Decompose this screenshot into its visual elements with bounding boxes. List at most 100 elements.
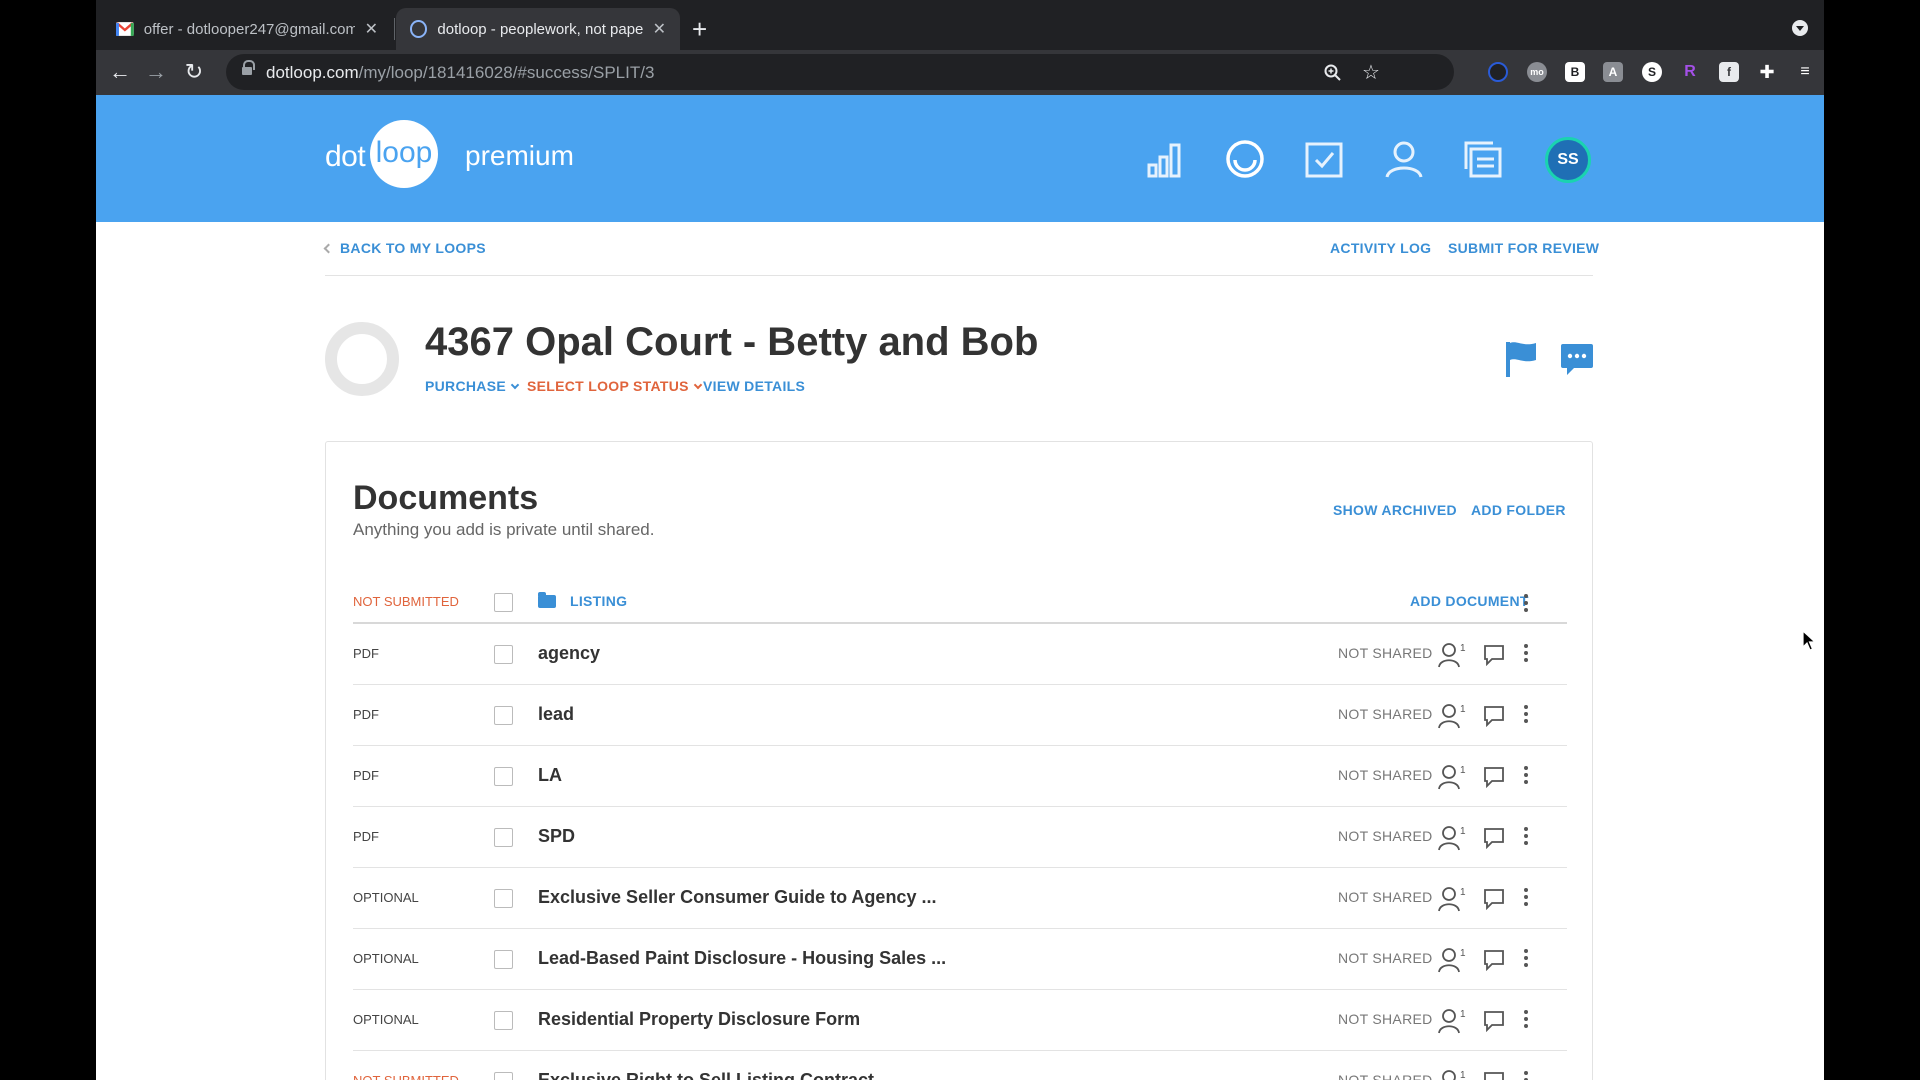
- participants-icon[interactable]: 1: [1438, 703, 1466, 729]
- comment-icon[interactable]: [1483, 1071, 1505, 1080]
- more-options-icon[interactable]: [1523, 642, 1529, 664]
- table-row[interactable]: OPTIONAL Exclusive Seller Consumer Guide …: [353, 868, 1567, 929]
- ext-f-icon[interactable]: f: [1719, 62, 1739, 82]
- participants-icon[interactable]: 1: [1438, 642, 1466, 668]
- comment-icon[interactable]: [1483, 644, 1505, 666]
- comment-icon[interactable]: [1483, 949, 1505, 971]
- show-archived-button[interactable]: SHOW ARCHIVED: [1333, 502, 1457, 518]
- forward-arrow-icon[interactable]: →: [142, 58, 170, 86]
- participants-icon[interactable]: 1: [1438, 825, 1466, 851]
- comment-icon[interactable]: [1483, 888, 1505, 910]
- document-checkbox[interactable]: [494, 1072, 513, 1080]
- ext-a-icon[interactable]: A: [1603, 62, 1623, 82]
- loop-status-dropdown[interactable]: SELECT LOOP STATUS: [527, 378, 702, 394]
- back-arrow-icon[interactable]: ←: [106, 58, 134, 86]
- folder-name[interactable]: LISTING: [570, 593, 627, 609]
- share-status: NOT SHARED: [1338, 889, 1433, 905]
- folder-row: NOT SUBMITTED LISTING ADD DOCUMENT: [353, 582, 1567, 622]
- more-options-icon[interactable]: [1523, 947, 1529, 969]
- table-row[interactable]: PDF LA NOT SHARED 1: [353, 746, 1567, 807]
- browser-toolbar: ← → ↻ dotloop.com/my/loop/181416028/#suc…: [96, 50, 1824, 95]
- puzzle-icon[interactable]: ✚: [1757, 62, 1777, 82]
- table-row[interactable]: NOT SUBMITTED Exclusive Right to Sell Lis…: [353, 1051, 1567, 1080]
- more-options-icon[interactable]: [1523, 886, 1529, 908]
- participants-icon[interactable]: 1: [1438, 764, 1466, 790]
- reports-icon[interactable]: [1146, 139, 1186, 179]
- ext-s-icon[interactable]: S: [1642, 62, 1662, 82]
- add-folder-button[interactable]: ADD FOLDER: [1471, 502, 1566, 518]
- comment-icon[interactable]: [1483, 705, 1505, 727]
- address-bar[interactable]: dotloop.com/my/loop/181416028/#success/S…: [226, 54, 1454, 90]
- document-checkbox[interactable]: [494, 889, 513, 908]
- comment-icon[interactable]: [1483, 766, 1505, 788]
- participants-icon[interactable]: 1: [1438, 947, 1466, 973]
- star-icon[interactable]: ☆: [1362, 60, 1380, 85]
- tab-dotloop[interactable]: dotloop - peoplework, not paperwork ✕: [396, 8, 680, 50]
- participants-icon[interactable]: 1: [1438, 886, 1466, 912]
- more-options-icon[interactable]: [1523, 1069, 1529, 1080]
- more-options-icon[interactable]: [1523, 764, 1529, 786]
- new-tab-icon[interactable]: +: [692, 14, 707, 44]
- main-content: BACK TO MY LOOPS ACTIVITY LOG SUBMIT FOR…: [96, 222, 1824, 1080]
- participants-icon[interactable]: 1: [1438, 1069, 1466, 1080]
- share-status: NOT SHARED: [1338, 1011, 1433, 1027]
- flag-icon[interactable]: [1505, 340, 1537, 378]
- document-checkbox[interactable]: [494, 950, 513, 969]
- document-name[interactable]: lead: [538, 704, 574, 725]
- share-status: NOT SHARED: [1338, 706, 1433, 722]
- avatar[interactable]: SS: [1545, 137, 1591, 183]
- submit-for-review-link[interactable]: SUBMIT FOR REVIEW: [1448, 240, 1599, 256]
- document-name[interactable]: Exclusive Seller Consumer Guide to Agenc…: [538, 887, 936, 908]
- document-name[interactable]: LA: [538, 765, 562, 786]
- document-name[interactable]: Residential Property Disclosure Form: [538, 1009, 860, 1030]
- queue-icon[interactable]: ≡: [1795, 62, 1815, 82]
- back-to-loops-link[interactable]: BACK TO MY LOOPS: [323, 240, 486, 256]
- participant-count: 1: [1460, 643, 1466, 654]
- tasks-icon[interactable]: [1304, 139, 1344, 179]
- logo-circle[interactable]: loop: [370, 120, 438, 188]
- more-options-icon[interactable]: [1523, 1008, 1529, 1030]
- more-options-icon[interactable]: [1523, 825, 1529, 847]
- table-row[interactable]: PDF SPD NOT SHARED 1: [353, 807, 1567, 868]
- ext-b-icon[interactable]: B: [1565, 62, 1585, 82]
- reload-icon[interactable]: ↻: [180, 58, 208, 86]
- document-checkbox[interactable]: [494, 1011, 513, 1030]
- ext-mo-icon[interactable]: mo: [1527, 62, 1547, 82]
- documents-subtitle: Anything you add is private until shared…: [353, 520, 655, 539]
- document-name[interactable]: Lead-Based Paint Disclosure - Housing Sa…: [538, 948, 946, 969]
- document-checkbox[interactable]: [494, 767, 513, 786]
- transaction-type-dropdown[interactable]: PURCHASE: [425, 378, 520, 394]
- tab-gmail[interactable]: offer - dotlooper247@gmail.com ✕: [102, 8, 392, 50]
- view-details-link[interactable]: VIEW DETAILS: [703, 378, 805, 394]
- zoom-icon[interactable]: [1324, 64, 1342, 82]
- folder-status: NOT SUBMITTED: [353, 594, 459, 609]
- more-options-icon[interactable]: [1523, 703, 1529, 725]
- document-name[interactable]: agency: [538, 643, 600, 664]
- table-row[interactable]: PDF lead NOT SHARED 1: [353, 685, 1567, 746]
- tab-search-icon[interactable]: [1792, 20, 1808, 36]
- close-icon[interactable]: ✕: [653, 19, 666, 39]
- chat-icon[interactable]: [1560, 342, 1594, 376]
- contacts-icon[interactable]: [1384, 139, 1424, 179]
- comment-icon[interactable]: [1483, 1010, 1505, 1032]
- document-name[interactable]: SPD: [538, 826, 575, 847]
- add-document-button[interactable]: ADD DOCUMENT: [1410, 593, 1529, 609]
- ext-dark-icon[interactable]: [1488, 62, 1508, 82]
- participants-icon[interactable]: 1: [1438, 1008, 1466, 1034]
- document-name[interactable]: Exclusive Right to Sell Listing Contract: [538, 1070, 874, 1080]
- table-row[interactable]: PDF agency NOT SHARED 1: [353, 624, 1567, 685]
- folder-checkbox[interactable]: [494, 593, 513, 612]
- table-row[interactable]: OPTIONAL Residential Property Disclosure …: [353, 990, 1567, 1051]
- more-options-icon[interactable]: [1523, 592, 1529, 614]
- document-checkbox[interactable]: [494, 645, 513, 664]
- table-row[interactable]: OPTIONAL Lead-Based Paint Disclosure - Ho…: [353, 929, 1567, 990]
- close-icon[interactable]: ✕: [365, 19, 378, 39]
- comment-icon[interactable]: [1483, 827, 1505, 849]
- document-checkbox[interactable]: [494, 828, 513, 847]
- document-checkbox[interactable]: [494, 706, 513, 725]
- loops-icon[interactable]: [1225, 139, 1265, 179]
- activity-log-link[interactable]: ACTIVITY LOG: [1330, 240, 1431, 256]
- browser-window: offer - dotlooper247@gmail.com ✕ dotloop…: [96, 0, 1824, 1080]
- templates-icon[interactable]: [1463, 139, 1503, 179]
- ext-r-icon[interactable]: R: [1680, 62, 1700, 82]
